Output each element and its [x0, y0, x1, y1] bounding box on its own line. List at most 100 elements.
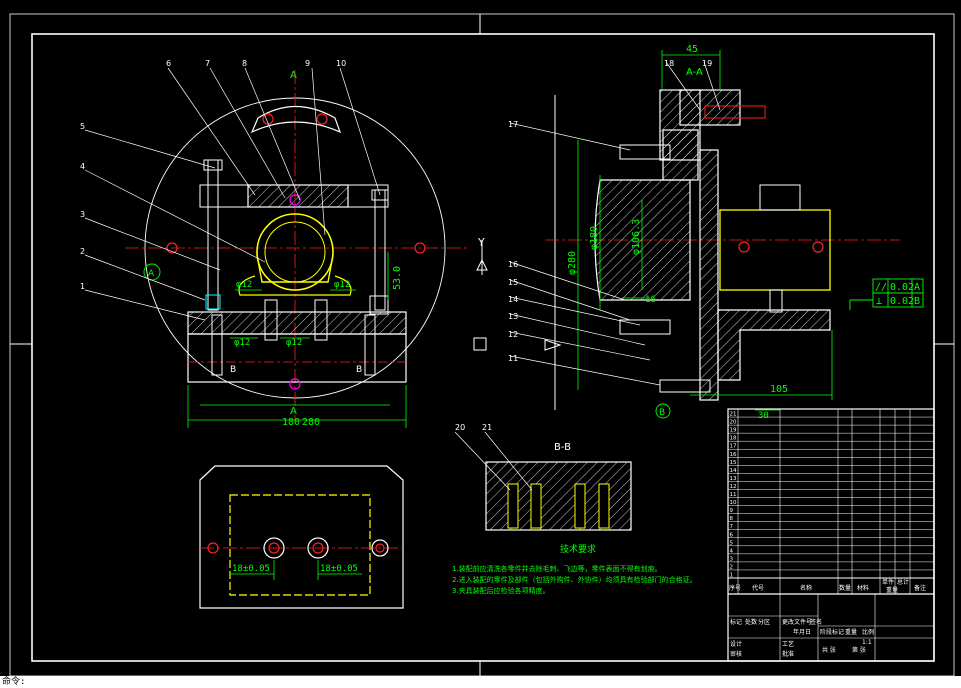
tb-label-process: 工艺 — [782, 640, 794, 648]
dim-dia-280: φ280 — [567, 251, 578, 275]
tb-label-stage: 阶段标记 — [820, 628, 844, 636]
tb-row-number: 3 — [730, 556, 734, 562]
tb-header-no: 序号 — [729, 584, 741, 592]
tb-row-number: 11 — [730, 492, 737, 498]
dim-height-53: 53.0 — [392, 266, 403, 290]
balloon-6: 6 — [166, 59, 171, 68]
balloon-12: 12 — [508, 330, 518, 339]
tb-row-number: 20 — [730, 420, 737, 426]
dim-dia-180: φ180 — [589, 226, 600, 250]
tb-label-weight: 重量 — [845, 628, 857, 636]
tb-row-number: 12 — [730, 484, 737, 490]
tol2-symbol: ⊥ — [876, 296, 882, 307]
tb-header-qty: 数量 — [839, 584, 851, 592]
tb-row-number: 18 — [730, 436, 737, 442]
tb-row-number: 15 — [730, 460, 737, 466]
balloon-5: 5 — [80, 122, 85, 131]
tb-row-number: 4 — [730, 548, 734, 554]
balloon-2: 2 — [80, 247, 85, 256]
tb-header-unit: 单件 — [882, 578, 894, 586]
tb-label-change: 更改文件号 — [782, 618, 812, 626]
tol2-value: 0.02 — [890, 296, 914, 307]
tb-label-approve: 批准 — [782, 650, 794, 658]
datum-a-circle-label: A — [148, 269, 155, 279]
dim-16: 16 — [645, 295, 656, 305]
tol1-value: 0.02 — [890, 282, 914, 293]
tb-row-number: 21 — [730, 412, 737, 418]
dim-dia12-right: φ12 — [334, 280, 350, 290]
tb-label-ratio: 比例 — [862, 628, 874, 636]
balloon-11: 11 — [508, 354, 518, 363]
tb-row-number: 14 — [730, 468, 737, 474]
balloon-19: 19 — [702, 59, 712, 68]
datum-b-circle-label: B — [659, 408, 665, 418]
cad-drawing-canvas[interactable]: 180 280 53.0 φ12 φ12 φ12 φ12 A A B B A Y — [0, 0, 961, 688]
balloon-17: 17 — [508, 120, 518, 129]
tb-label-sign: 签名 — [810, 618, 822, 626]
tol2-datum: B — [914, 296, 920, 307]
balloon-20: 20 — [455, 423, 465, 432]
tol1-symbol: // — [875, 282, 887, 293]
balloon-10: 10 — [336, 59, 346, 68]
tb-header-material: 材料 — [857, 584, 869, 592]
tb-header-code: 代号 — [752, 584, 764, 592]
dim-dia12-lower: φ12 — [234, 338, 250, 348]
balloon-18: 18 — [664, 59, 674, 68]
tb-label-mark: 标记 — [730, 618, 742, 626]
tb-row-number: 17 — [730, 444, 737, 450]
tb-row-number: 7 — [730, 524, 734, 530]
tech-req-title: 技术要求 — [560, 543, 596, 555]
command-line[interactable]: 命令: — [0, 676, 961, 688]
dim-base-width: 180 — [282, 417, 300, 428]
tb-label-review: 审核 — [730, 650, 742, 658]
tb-row-number: 2 — [730, 564, 734, 570]
tb-row-number: 13 — [730, 476, 737, 482]
tb-row-number: 19 — [730, 428, 737, 434]
dim-width-45: 45 — [686, 44, 698, 55]
dim-dia-106: φ106.3 — [631, 219, 642, 255]
dim-dia12-left: φ12 — [236, 280, 252, 290]
balloon-16: 16 — [508, 260, 518, 269]
balloon-8: 8 — [242, 59, 247, 68]
tb-label-design: 设计 — [730, 640, 742, 648]
tb-header-total: 总计 — [897, 578, 909, 586]
balloon-4: 4 — [80, 162, 85, 171]
balloon-13: 13 — [508, 312, 518, 321]
section-mark-b-right: B — [356, 365, 362, 375]
tech-req-line-2: 2.进入装配的零件及部件（包括外购件、外协件）均须具有检验部门的合格证。 — [452, 575, 697, 584]
tb-row-number: 16 — [730, 452, 737, 458]
tb-label-sheets: 共 张 — [822, 646, 836, 654]
tb-scale: 1:1 — [862, 639, 872, 646]
dim-dia12-lower2: φ12 — [286, 338, 302, 348]
ucs-y-label: Y — [477, 236, 485, 249]
dim-pitch-left: 18±0.05 — [232, 564, 270, 574]
tb-row-number: 9 — [730, 508, 734, 514]
tech-req-line-1: 1.装配前应清洗各零件并去除毛刺、飞边等，零件表面不得有划痕。 — [452, 564, 662, 573]
section-title-aa: A-A — [686, 67, 703, 78]
tech-req-line-3: 3.夹具装配后应检验各项精度。 — [452, 586, 550, 595]
tb-header-remark: 备注 — [914, 584, 926, 592]
balloon-21: 21 — [482, 423, 492, 432]
section-mark-a-bottom: A — [290, 406, 297, 417]
tb-row-number: 10 — [730, 500, 737, 506]
balloon-3: 3 — [80, 210, 85, 219]
tb-row-number: 6 — [730, 532, 734, 538]
dim-pitch-right: 18±0.05 — [320, 564, 358, 574]
section-mark-b-left: B — [230, 365, 236, 375]
section-mark-a-top: A — [290, 70, 297, 81]
balloon-9: 9 — [305, 59, 310, 68]
dim-base-width2: 280 — [302, 417, 320, 428]
balloon-7: 7 — [205, 59, 210, 68]
dim-width-105: 105 — [770, 384, 788, 395]
tb-row-number: 5 — [730, 540, 734, 546]
balloon-1: 1 — [80, 282, 85, 291]
tb-row-number: 8 — [730, 516, 734, 522]
tb-header-name: 名称 — [800, 584, 812, 592]
tol1-datum: A — [914, 282, 920, 293]
section-title-bb: B-B — [554, 442, 571, 453]
tb-label-date: 年月日 — [793, 628, 811, 636]
tb-label-zone: 分区 — [758, 618, 770, 626]
tb-mass-label: 重量 — [886, 586, 898, 594]
dim-30: 30 — [758, 411, 769, 421]
balloon-14: 14 — [508, 295, 518, 304]
